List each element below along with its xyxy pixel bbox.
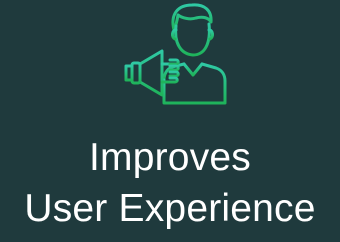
feature-tile: Improves User Experience <box>0 0 340 242</box>
tile-title-line2: User Experience <box>24 187 316 230</box>
tile-title-line1: Improves <box>89 136 251 179</box>
person-with-megaphone-icon <box>112 0 234 106</box>
